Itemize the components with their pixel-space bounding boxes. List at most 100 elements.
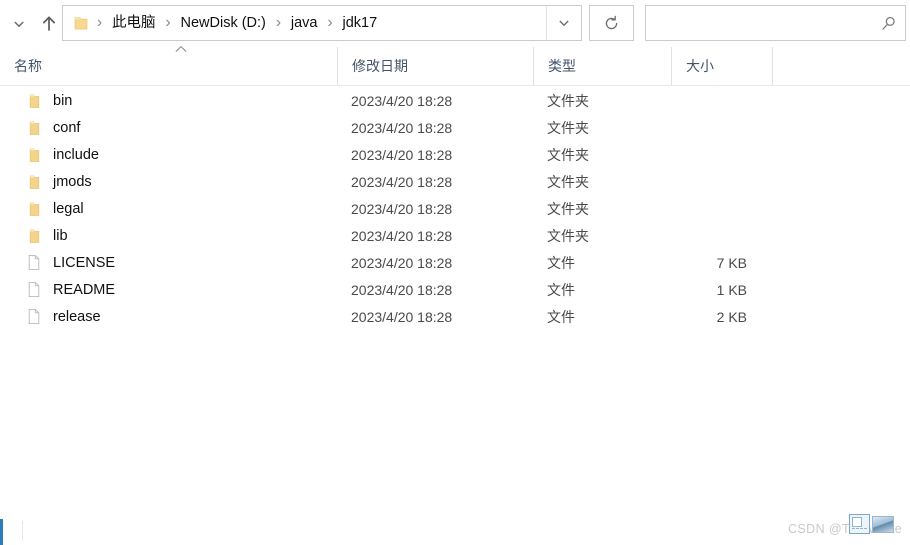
file-name-label: jmods <box>53 173 92 190</box>
folder-icon <box>26 92 42 110</box>
column-header-size-label: 大小 <box>686 58 714 74</box>
recent-locations-button[interactable] <box>6 9 32 39</box>
file-size-cell <box>671 222 772 249</box>
folder-icon <box>26 200 42 218</box>
file-size-cell: 2 KB <box>716 308 747 325</box>
file-name-cell[interactable]: lib <box>0 222 337 249</box>
table-row[interactable]: legal 2023/4/20 18:28 文件夹 <box>0 195 910 222</box>
file-icon <box>26 308 42 326</box>
file-name-cell[interactable]: include <box>0 141 337 168</box>
column-header-date-modified[interactable]: 修改日期 <box>337 47 533 85</box>
file-size-cell <box>671 168 772 195</box>
breadcrumb-separator: › <box>327 14 333 31</box>
file-type-cell: 文件夹 <box>547 200 589 217</box>
file-size-cell <box>671 141 772 168</box>
breadcrumb-item-jdk17[interactable]: jdk17 <box>338 13 383 34</box>
file-date-cell: 2023/4/20 18:28 <box>351 200 453 217</box>
table-row[interactable]: lib 2023/4/20 18:28 文件夹 <box>0 222 910 249</box>
file-type-cell: 文件 <box>547 281 575 298</box>
table-row[interactable]: include 2023/4/20 18:28 文件夹 <box>0 141 910 168</box>
status-bar-accent <box>0 519 3 545</box>
file-type-cell: 文件夹 <box>547 227 589 244</box>
file-name-cell[interactable]: README <box>0 276 337 303</box>
file-type-cell: 文件夹 <box>547 173 589 190</box>
column-header-name[interactable]: 名称 <box>0 47 337 85</box>
image-placeholder-dash <box>852 528 867 530</box>
column-headers: 名称 修改日期 类型 大小 <box>0 47 910 86</box>
chevron-down-icon <box>559 20 569 26</box>
file-size-cell <box>671 195 772 222</box>
file-type-cell: 文件夹 <box>547 119 589 136</box>
file-date-cell: 2023/4/20 18:28 <box>351 173 453 190</box>
search-box[interactable] <box>645 5 906 41</box>
file-name-label: bin <box>53 92 73 109</box>
file-name-cell[interactable]: release <box>0 303 337 330</box>
table-row[interactable]: release 2023/4/20 18:28 文件 2 KB <box>0 303 910 330</box>
file-icon <box>26 281 42 299</box>
status-bar-divider <box>22 521 23 541</box>
file-name-label: release <box>53 308 101 325</box>
arrow-up-icon <box>42 16 56 31</box>
thumbnail-icon <box>872 516 894 533</box>
folder-icon <box>72 14 90 32</box>
file-type-cell: 文件夹 <box>547 146 589 163</box>
folder-icon <box>26 173 42 191</box>
file-size-cell <box>671 87 772 114</box>
breadcrumb-item-java[interactable]: java <box>286 13 323 34</box>
file-name-label: include <box>53 146 99 163</box>
search-input[interactable] <box>646 7 871 39</box>
file-name-label: conf <box>53 119 81 136</box>
table-row[interactable]: conf 2023/4/20 18:28 文件夹 <box>0 114 910 141</box>
file-name-cell[interactable]: bin <box>0 87 337 114</box>
address-bar[interactable]: › 此电脑 › NewDisk (D:) › java › jdk17 <box>62 5 582 41</box>
file-name-label: README <box>53 281 116 298</box>
file-size-cell <box>671 114 772 141</box>
breadcrumb-item-newdisk[interactable]: NewDisk (D:) <box>176 13 271 34</box>
search-icon[interactable] <box>871 6 905 40</box>
file-name-cell[interactable]: conf <box>0 114 337 141</box>
file-size-cell: 1 KB <box>716 281 747 298</box>
file-name-label: LICENSE <box>53 254 116 271</box>
column-header-name-label: 名称 <box>14 58 42 74</box>
folder-icon <box>26 119 42 137</box>
breadcrumb-separator: › <box>96 14 103 31</box>
address-dropdown-button[interactable] <box>546 6 581 40</box>
file-date-cell: 2023/4/20 18:28 <box>351 281 453 298</box>
image-placeholder-inner <box>852 517 862 527</box>
breadcrumb-separator: › <box>165 14 171 31</box>
table-row[interactable]: LICENSE 2023/4/20 18:28 文件 7 KB <box>0 249 910 276</box>
file-date-cell: 2023/4/20 18:28 <box>351 92 453 109</box>
file-name-label: legal <box>53 200 84 217</box>
column-header-type[interactable]: 类型 <box>533 47 671 85</box>
column-header-spacer[interactable] <box>772 47 910 85</box>
table-row[interactable]: jmods 2023/4/20 18:28 文件夹 <box>0 168 910 195</box>
file-date-cell: 2023/4/20 18:28 <box>351 146 453 163</box>
file-type-cell: 文件 <box>547 308 575 325</box>
column-header-size[interactable]: 大小 <box>671 47 772 85</box>
breadcrumb-separator: › <box>275 14 282 31</box>
column-header-type-label: 类型 <box>548 58 576 74</box>
image-placeholder-icon <box>849 514 870 534</box>
table-row[interactable]: README 2023/4/20 18:28 文件 1 KB <box>0 276 910 303</box>
file-name-cell[interactable]: LICENSE <box>0 249 337 276</box>
folder-icon <box>26 227 42 245</box>
table-row[interactable]: bin 2023/4/20 18:28 文件夹 <box>0 87 910 114</box>
file-type-cell: 文件 <box>547 254 575 271</box>
file-date-cell: 2023/4/20 18:28 <box>351 227 453 244</box>
file-icon <box>26 254 42 272</box>
breadcrumb: › 此电脑 › NewDisk (D:) › java › jdk17 <box>92 6 546 40</box>
file-date-cell: 2023/4/20 18:28 <box>351 254 453 271</box>
up-button[interactable] <box>36 9 62 39</box>
folder-icon <box>26 146 42 164</box>
file-type-cell: 文件夹 <box>547 92 589 109</box>
file-size-cell: 7 KB <box>716 254 747 271</box>
refresh-button[interactable] <box>589 5 634 41</box>
chevron-down-icon <box>14 21 24 27</box>
file-name-cell[interactable]: jmods <box>0 168 337 195</box>
refresh-icon <box>605 15 618 29</box>
breadcrumb-item-this-pc[interactable]: 此电脑 <box>107 13 161 34</box>
sort-ascending-icon <box>173 44 189 54</box>
file-name-cell[interactable]: legal <box>0 195 337 222</box>
file-date-cell: 2023/4/20 18:28 <box>351 308 453 325</box>
file-list: bin 2023/4/20 18:28 文件夹 conf 2023/4/20 1… <box>0 87 910 517</box>
